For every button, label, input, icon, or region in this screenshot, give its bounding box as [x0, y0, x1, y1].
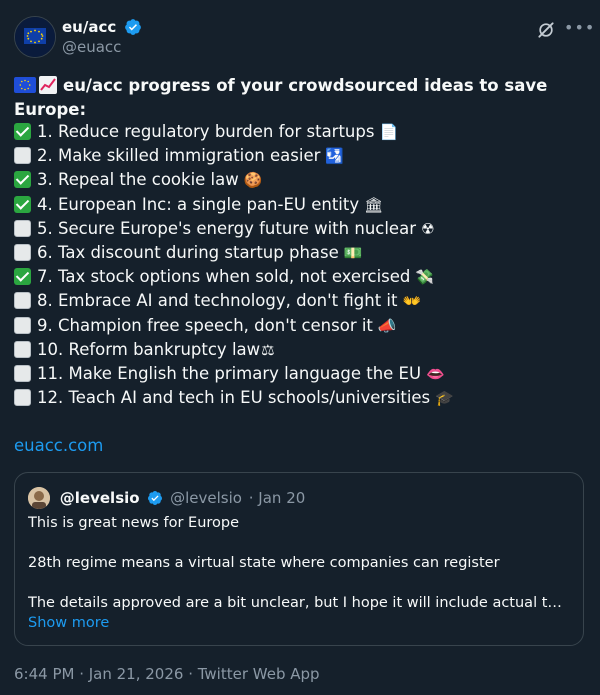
- quoted-tweet-line: [28, 533, 568, 553]
- list-item: 1. Reduce regulatory burden for startups…: [14, 120, 586, 144]
- quoted-tweet-date[interactable]: · Jan 20: [249, 489, 306, 507]
- euacc-link[interactable]: euacc.com: [14, 436, 103, 455]
- list-item-text: 9. Champion free speech, don't censor it: [37, 315, 373, 335]
- status-checkbox: [14, 268, 31, 286]
- status-checkbox: [14, 195, 31, 213]
- author-names: eu/acc @euacc: [62, 16, 142, 56]
- tweet-header: eu/acc @euacc •••: [14, 14, 594, 64]
- chart-increasing-icon: [39, 76, 57, 94]
- quoted-author-avatar[interactable]: [28, 487, 50, 509]
- quoted-tweet-line: This is great news for Europe: [28, 515, 240, 531]
- quoted-author-name[interactable]: @levelsio: [60, 489, 140, 507]
- verified-badge-icon: [125, 18, 142, 35]
- quoted-tweet[interactable]: @levelsio @levelsio · Jan 20 This is gre…: [14, 472, 584, 646]
- megaphone-icon: 📣: [377, 316, 397, 335]
- list-item: 5. Secure Europe's energy future with nu…: [14, 217, 586, 241]
- status-checkbox: [14, 364, 31, 382]
- quoted-author-handle[interactable]: @levelsio: [170, 489, 242, 507]
- money-with-wings-icon: 💸: [415, 268, 435, 287]
- passport-control-icon: 🛂: [325, 147, 345, 166]
- list-item: 2. Make skilled immigration easier 🛂: [14, 144, 586, 168]
- list-item-text: 5. Secure Europe's energy future with nu…: [37, 218, 416, 238]
- headline-text: eu/acc progress of your crowdsourced ide…: [14, 76, 548, 119]
- list-item: 10. Reform bankruptcy law⚖: [14, 338, 586, 362]
- more-icon[interactable]: •••: [564, 18, 594, 38]
- balance-scale-icon: ⚖: [261, 340, 275, 359]
- list-item: 8. Embrace AI and technology, don't figh…: [14, 289, 586, 313]
- list-item-text: 4. European Inc: a single pan-EU entity: [37, 194, 360, 214]
- list-item: 4. European Inc: a single pan-EU entity 🏛: [14, 193, 586, 217]
- status-checkbox: [14, 292, 31, 310]
- quoted-tweet-body: This is great news for Europe 28th regim…: [28, 513, 568, 613]
- list-item: 12. Teach AI and tech in EU schools/univ…: [14, 386, 586, 410]
- tweet-headline: eu/acc progress of your crowdsourced ide…: [14, 74, 586, 122]
- document-icon: 📄: [379, 123, 399, 141]
- grok-icon[interactable]: [536, 20, 556, 40]
- status-checkbox: [14, 340, 31, 358]
- graduation-cap-icon: 🎓: [435, 389, 454, 408]
- cookie-icon: 🍪: [243, 171, 263, 190]
- open-hands-icon: 👐: [402, 292, 422, 311]
- list-item-text: 2. Make skilled immigration easier: [37, 146, 321, 166]
- idea-checklist: 1. Reduce regulatory burden for startups…: [14, 120, 586, 410]
- quoted-tweet-line: 28th regime means a virtual state where …: [28, 555, 500, 571]
- classical-building-icon: 🏛: [364, 195, 384, 214]
- status-checkbox: [14, 389, 31, 407]
- list-item-text: 10. Reform bankruptcy law: [37, 339, 261, 359]
- quoted-tweet-header: @levelsio @levelsio · Jan 20: [28, 487, 305, 511]
- author-avatar[interactable]: [14, 16, 56, 58]
- radioactive-icon: ☢: [420, 219, 435, 238]
- status-checkbox: [14, 316, 31, 334]
- quoted-tweet-line: [28, 573, 568, 593]
- status-checkbox: [14, 171, 31, 189]
- tweet-timestamp[interactable]: 6:44 PM · Jan 21, 2026 · Twitter Web App: [14, 665, 320, 683]
- dollar-banknote-icon: 💵: [343, 243, 363, 262]
- list-item: 11. Make English the primary language th…: [14, 362, 586, 386]
- list-item: 6. Tax discount during startup phase 💵: [14, 241, 586, 265]
- show-more-link[interactable]: Show more: [28, 615, 109, 631]
- list-item-text: 11. Make English the primary language th…: [37, 363, 422, 383]
- list-item-text: 6. Tax discount during startup phase: [37, 242, 339, 262]
- verified-badge-icon: [148, 491, 163, 505]
- list-item-text: 7. Tax stock options when sold, not exer…: [37, 267, 411, 287]
- status-checkbox: [14, 147, 31, 165]
- status-checkbox: [14, 243, 31, 261]
- list-item: 3. Repeal the cookie law 🍪: [14, 168, 586, 192]
- list-item-text: 12. Teach AI and tech in EU schools/univ…: [37, 388, 431, 408]
- lips-icon: 👄: [426, 364, 445, 383]
- status-checkbox: [14, 219, 31, 237]
- quoted-tweet-line: The details approved are a bit unclear, …: [28, 595, 568, 611]
- status-checkbox: [14, 123, 31, 140]
- list-item: 7. Tax stock options when sold, not exer…: [14, 265, 586, 289]
- list-item-text: 8. Embrace AI and technology, don't figh…: [37, 291, 398, 311]
- eu-flag-icon: [14, 77, 36, 93]
- author-display-name[interactable]: eu/acc: [62, 18, 116, 36]
- list-item-text: 3. Repeal the cookie law: [37, 170, 239, 190]
- list-item: 9. Champion free speech, don't censor it…: [14, 314, 586, 338]
- list-item-text: 1. Reduce regulatory burden for startups: [37, 122, 375, 141]
- author-handle[interactable]: @euacc: [62, 38, 142, 56]
